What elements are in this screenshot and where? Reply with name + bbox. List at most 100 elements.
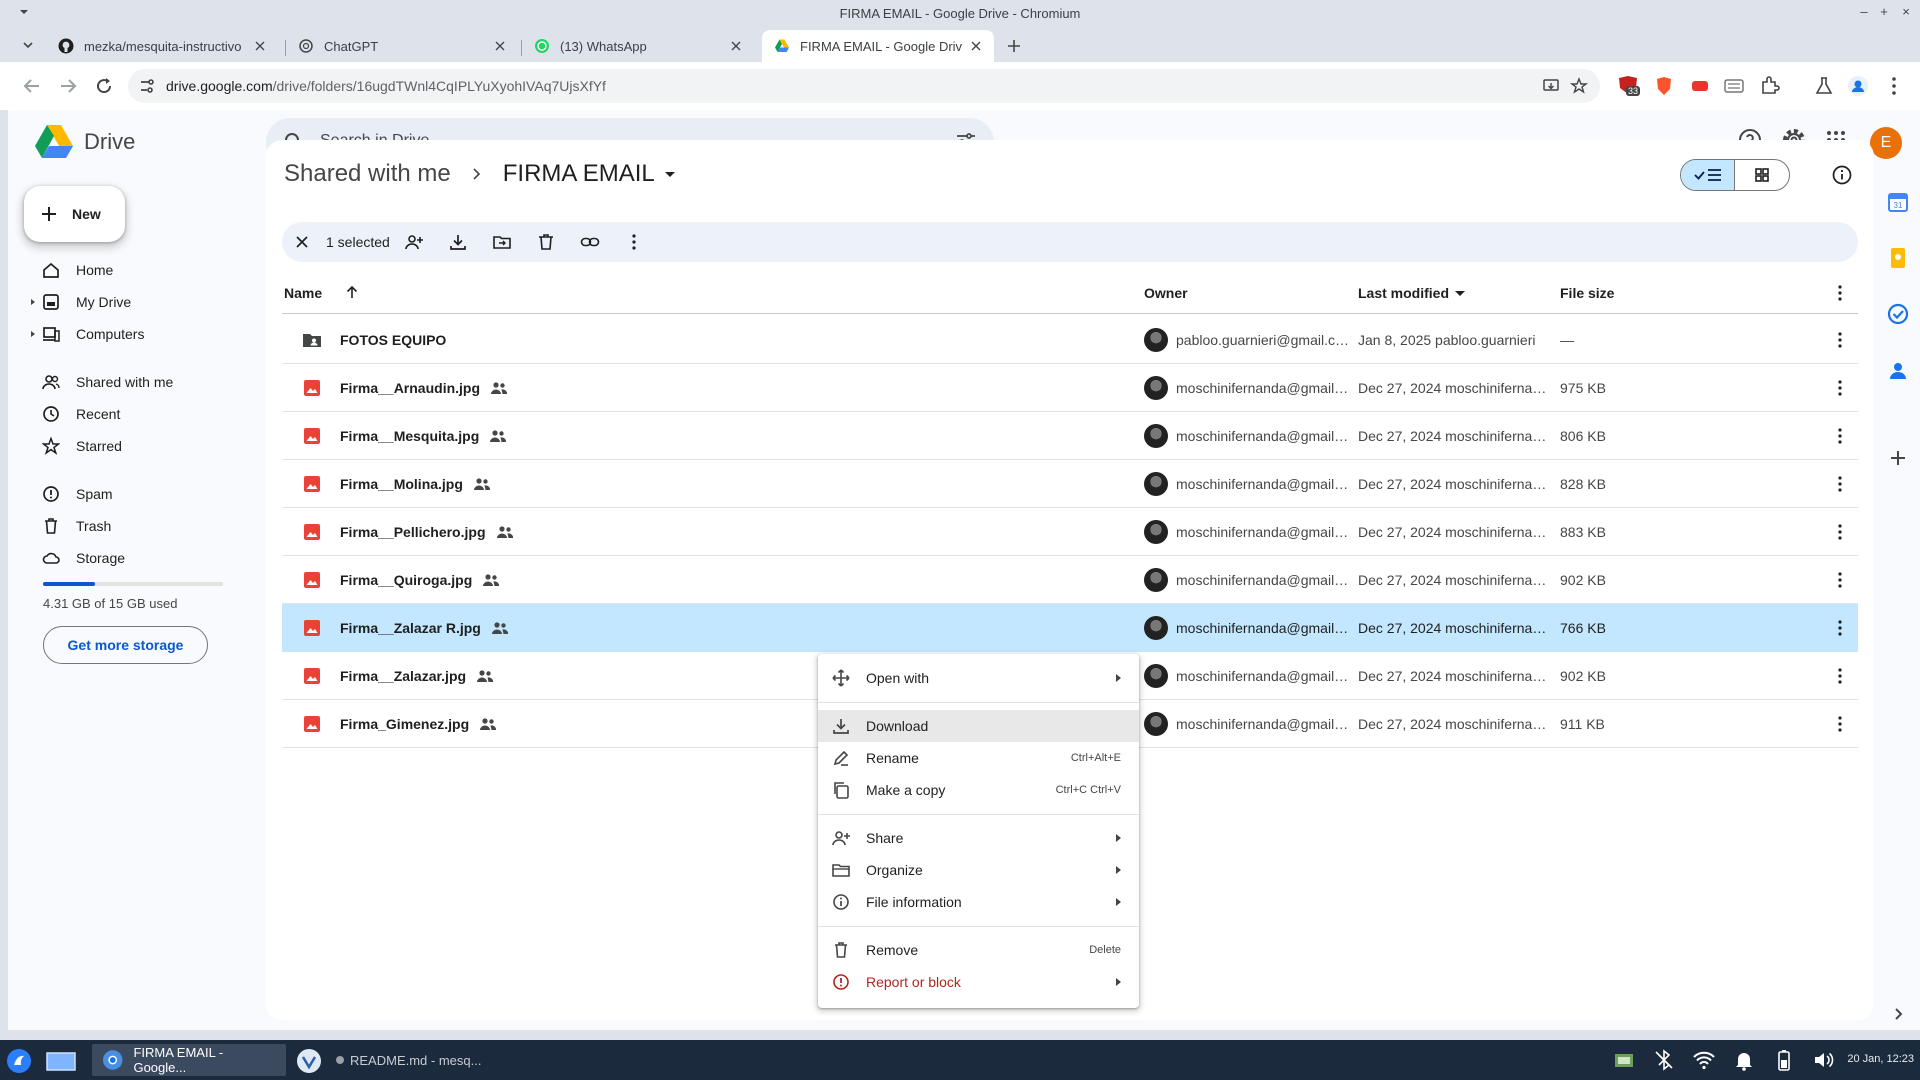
file-row[interactable]: Firma__Molina.jpg moschinifernanda@gmail.…: [282, 460, 1858, 508]
menu-item-remove[interactable]: Remove Delete: [818, 934, 1139, 966]
copy-link-icon[interactable]: [580, 232, 600, 252]
row-more-actions-icon[interactable]: [1830, 570, 1850, 590]
sidebar-item-computers[interactable]: Computers: [24, 318, 244, 350]
sidebar-item-recent[interactable]: Recent: [24, 398, 244, 430]
file-row[interactable]: Firma__Quiroga.jpg moschinifernanda@gmail…: [282, 556, 1858, 604]
column-file-size[interactable]: File size: [1560, 285, 1614, 301]
new-tab-icon[interactable]: [1006, 38, 1022, 54]
flask-icon[interactable]: [1812, 74, 1836, 98]
column-name[interactable]: Name: [284, 285, 322, 301]
volume-icon[interactable]: [1812, 1048, 1836, 1072]
bookmark-star-icon[interactable]: [1570, 77, 1588, 95]
drive-logo[interactable]: Drive: [34, 124, 135, 160]
sidebar-item-my-drive[interactable]: My Drive: [24, 286, 244, 318]
extension-adblock[interactable]: 33: [1616, 74, 1641, 98]
new-button[interactable]: New: [24, 186, 125, 242]
menu-item-open-with[interactable]: Open with: [818, 662, 1139, 694]
tasks-icon[interactable]: [1886, 302, 1910, 326]
sort-arrow-up-icon[interactable]: [344, 284, 360, 300]
expand-arrow-icon[interactable]: [31, 331, 35, 337]
tab-search-icon[interactable]: [22, 39, 34, 51]
close-window-button[interactable]: ×: [1898, 4, 1914, 20]
taskbar-item-chromium[interactable]: FIRMA EMAIL - Google...: [92, 1044, 286, 1076]
more-actions-icon[interactable]: [624, 232, 644, 252]
sidebar-item-shared-with-me[interactable]: Shared with me: [24, 366, 244, 398]
ublock-icon[interactable]: [1688, 74, 1712, 98]
row-more-actions-icon[interactable]: [1830, 330, 1850, 350]
file-row[interactable]: Firma__Mesquita.jpg moschinifernanda@gmai…: [282, 412, 1858, 460]
file-row[interactable]: Firma__Pellichero.jpg moschinifernanda@gm…: [282, 508, 1858, 556]
sidebar-item-starred[interactable]: Starred: [24, 430, 244, 462]
close-tab-icon[interactable]: [968, 38, 984, 54]
share-icon[interactable]: [404, 232, 424, 252]
menu-item-organize[interactable]: Organize: [818, 854, 1139, 886]
site-info-icon[interactable]: [138, 77, 156, 95]
grid-view-button[interactable]: [1735, 160, 1789, 190]
row-more-actions-icon[interactable]: [1830, 474, 1850, 494]
keyboard-icon[interactable]: [1722, 74, 1746, 98]
back-icon[interactable]: [20, 74, 44, 98]
download-icon[interactable]: [448, 232, 468, 252]
start-menu-icon[interactable]: [6, 1048, 32, 1074]
minimize-button[interactable]: –: [1856, 4, 1872, 20]
move-to-folder-icon[interactable]: [492, 232, 512, 252]
account-avatar[interactable]: E: [1870, 127, 1902, 159]
sort-dropdown-icon[interactable]: [1455, 291, 1465, 296]
menu-item-file-information[interactable]: File information: [818, 886, 1139, 918]
breadcrumb-current-folder[interactable]: FIRMA EMAIL: [503, 160, 655, 188]
row-more-actions-icon[interactable]: [1830, 426, 1850, 446]
row-more-actions-icon[interactable]: [1830, 714, 1850, 734]
row-more-actions-icon[interactable]: [1830, 618, 1850, 638]
expand-arrow-icon[interactable]: [31, 299, 35, 305]
calendar-icon[interactable]: 31: [1886, 190, 1910, 214]
row-more-actions-icon[interactable]: [1830, 522, 1850, 542]
file-row[interactable]: Firma__Arnaudin.jpg moschinifernanda@gmai…: [282, 364, 1858, 412]
bluetooth-disabled-icon[interactable]: [1652, 1048, 1676, 1072]
battery-icon[interactable]: [1772, 1048, 1796, 1072]
row-more-actions-icon[interactable]: [1830, 378, 1850, 398]
menu-item-download[interactable]: Download: [818, 710, 1139, 742]
get-more-storage-button[interactable]: Get more storage: [43, 626, 208, 664]
tab-github[interactable]: mezka/mesquita-instructivo: [46, 30, 278, 62]
tab-drive[interactable]: FIRMA EMAIL - Google Drive: [762, 30, 994, 62]
contacts-icon[interactable]: [1886, 358, 1910, 382]
folder-dropdown-icon[interactable]: [664, 171, 675, 177]
details-info-icon[interactable]: [1830, 163, 1854, 187]
menu-item-report-or-block[interactable]: Report or block: [818, 966, 1139, 998]
network-manager-icon[interactable]: [1612, 1048, 1636, 1072]
sidebar-item-spam[interactable]: Spam: [24, 478, 244, 510]
trash-icon[interactable]: [536, 232, 556, 252]
sidebar-item-home[interactable]: Home: [24, 254, 244, 286]
expand-panel-chevron-icon[interactable]: [1886, 1002, 1910, 1026]
menu-item-make-a-copy[interactable]: Make a copy Ctrl+C Ctrl+V: [818, 774, 1139, 806]
brave-shield-icon[interactable]: [1652, 74, 1676, 98]
editor-app-icon[interactable]: [296, 1048, 322, 1074]
menu-item-rename[interactable]: Rename Ctrl+Alt+E: [818, 742, 1139, 774]
tab-chatgpt[interactable]: ChatGPT: [286, 30, 518, 62]
close-tab-icon[interactable]: [252, 38, 268, 54]
tab-whatsapp[interactable]: (13) WhatsApp: [522, 30, 754, 62]
file-row[interactable]: Firma__Zalazar R.jpg moschinifernanda@gma…: [282, 604, 1858, 652]
add-addon-icon[interactable]: [1886, 446, 1910, 470]
reload-icon[interactable]: [92, 74, 116, 98]
install-app-icon[interactable]: [1542, 77, 1560, 95]
address-bar[interactable]: drive.google.com/drive/folders/16ugdTWnl…: [128, 69, 1600, 103]
file-row[interactable]: FOTOS EQUIPO pabloo.guarnieri@gmail.com Ja…: [282, 316, 1858, 364]
wifi-icon[interactable]: [1692, 1048, 1716, 1072]
column-owner[interactable]: Owner: [1144, 285, 1188, 301]
close-tab-icon[interactable]: [728, 38, 744, 54]
extensions-puzzle-icon[interactable]: [1758, 74, 1782, 98]
browser-menu-icon[interactable]: [1882, 74, 1906, 98]
sidebar-item-trash[interactable]: Trash: [24, 510, 244, 542]
menu-item-share[interactable]: Share: [818, 822, 1139, 854]
column-last-modified[interactable]: Last modified: [1358, 285, 1449, 301]
list-view-button[interactable]: [1681, 160, 1735, 190]
notifications-bell-icon[interactable]: [1732, 1048, 1756, 1072]
sidebar-item-storage[interactable]: Storage: [24, 542, 244, 574]
maximize-button[interactable]: +: [1876, 4, 1892, 20]
desktop-icon[interactable]: [46, 1050, 76, 1072]
keep-icon[interactable]: [1886, 246, 1910, 270]
breadcrumb-shared-with-me[interactable]: Shared with me: [284, 160, 451, 188]
column-options-icon[interactable]: [1830, 283, 1850, 303]
close-tab-icon[interactable]: [492, 38, 508, 54]
